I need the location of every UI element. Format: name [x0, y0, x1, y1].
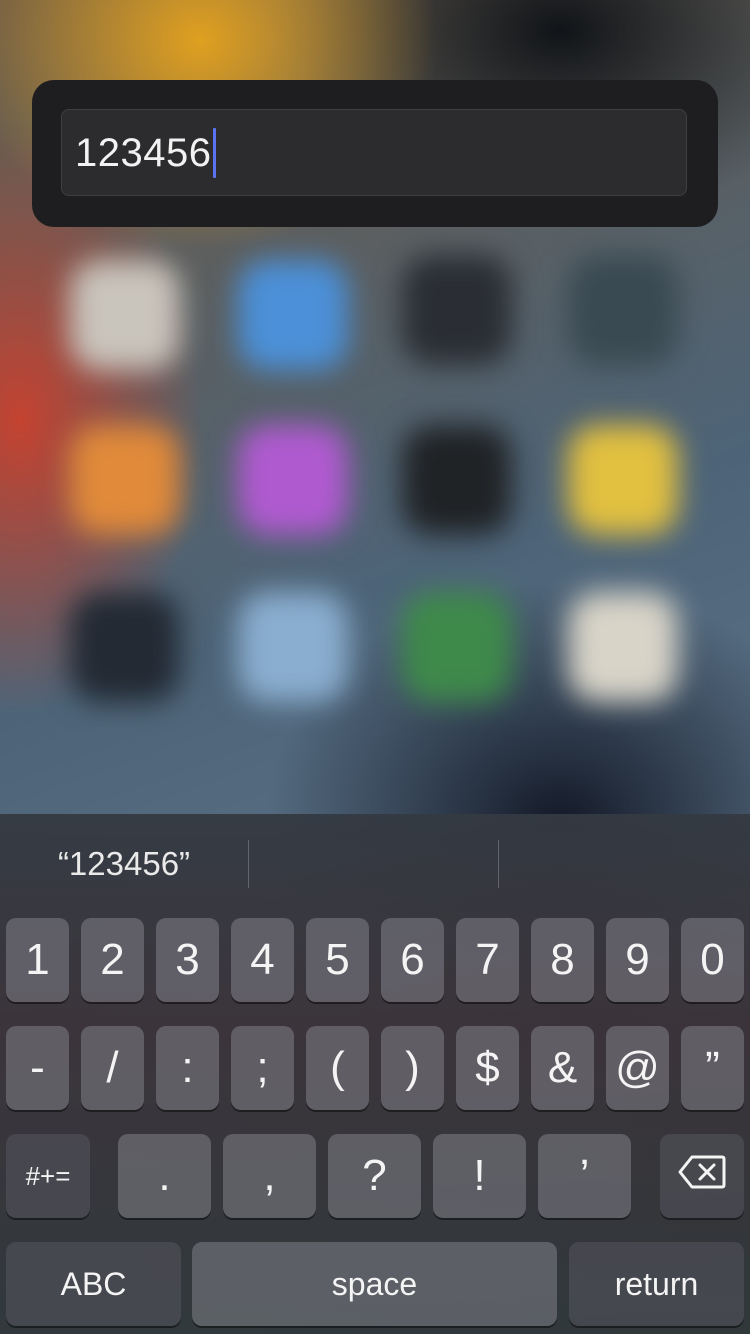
- key-6[interactable]: 6: [381, 918, 444, 1002]
- key-slash[interactable]: /: [81, 1026, 144, 1110]
- key-colon[interactable]: :: [156, 1026, 219, 1110]
- key-exclamation[interactable]: !: [433, 1134, 526, 1218]
- key-at[interactable]: @: [606, 1026, 669, 1110]
- delete-backspace-icon: [678, 1155, 726, 1197]
- blurred-app-icon: [568, 255, 678, 365]
- key-hyphen[interactable]: -: [6, 1026, 69, 1110]
- key-8[interactable]: 8: [531, 918, 594, 1002]
- key-delete[interactable]: [660, 1134, 744, 1218]
- key-more-symbols[interactable]: #+=: [6, 1134, 90, 1218]
- text-input-field[interactable]: 123456: [61, 109, 687, 196]
- key-abc[interactable]: ABC: [6, 1242, 181, 1326]
- blurred-app-icon: [70, 425, 180, 535]
- suggestion-item[interactable]: “123456”: [0, 814, 248, 914]
- text-caret: [213, 127, 217, 178]
- key-close-paren[interactable]: ): [381, 1026, 444, 1110]
- key-1[interactable]: 1: [6, 918, 69, 1002]
- key-quote[interactable]: ”: [681, 1026, 744, 1110]
- key-2[interactable]: 2: [81, 918, 144, 1002]
- key-0[interactable]: 0: [681, 918, 744, 1002]
- key-dollar[interactable]: $: [456, 1026, 519, 1110]
- suggestion-item[interactable]: [249, 814, 497, 914]
- key-3[interactable]: 3: [156, 918, 219, 1002]
- key-4[interactable]: 4: [231, 918, 294, 1002]
- key-semicolon[interactable]: ;: [231, 1026, 294, 1110]
- blurred-app-icon: [238, 260, 348, 370]
- blurred-app-icon: [402, 592, 512, 702]
- key-space[interactable]: space: [192, 1242, 557, 1326]
- blurred-app-icon: [402, 425, 512, 535]
- key-9[interactable]: 9: [606, 918, 669, 1002]
- keyboard: “123456” 1 2 3 4 5 6 7 8 9 0 - / : ; ( )…: [0, 814, 750, 1334]
- blurred-app-icon: [70, 592, 180, 702]
- blurred-app-icon: [402, 255, 512, 365]
- key-5[interactable]: 5: [306, 918, 369, 1002]
- key-open-paren[interactable]: (: [306, 1026, 369, 1110]
- key-return[interactable]: return: [569, 1242, 744, 1326]
- suggestion-bar: “123456”: [0, 814, 750, 914]
- key-apostrophe[interactable]: ’: [538, 1134, 631, 1218]
- alert-dialog: 123456: [32, 80, 718, 227]
- blurred-app-icon: [238, 425, 348, 535]
- key-7[interactable]: 7: [456, 918, 519, 1002]
- key-period[interactable]: .: [118, 1134, 211, 1218]
- blurred-app-icon: [568, 425, 678, 535]
- key-comma[interactable]: ,: [223, 1134, 316, 1218]
- blurred-app-icon: [238, 592, 348, 702]
- key-ampersand[interactable]: &: [531, 1026, 594, 1110]
- key-question[interactable]: ?: [328, 1134, 421, 1218]
- text-field-value: 123456: [75, 130, 212, 175]
- suggestion-item[interactable]: [499, 814, 747, 914]
- blurred-app-icon: [70, 260, 180, 370]
- blurred-app-icon: [568, 592, 678, 702]
